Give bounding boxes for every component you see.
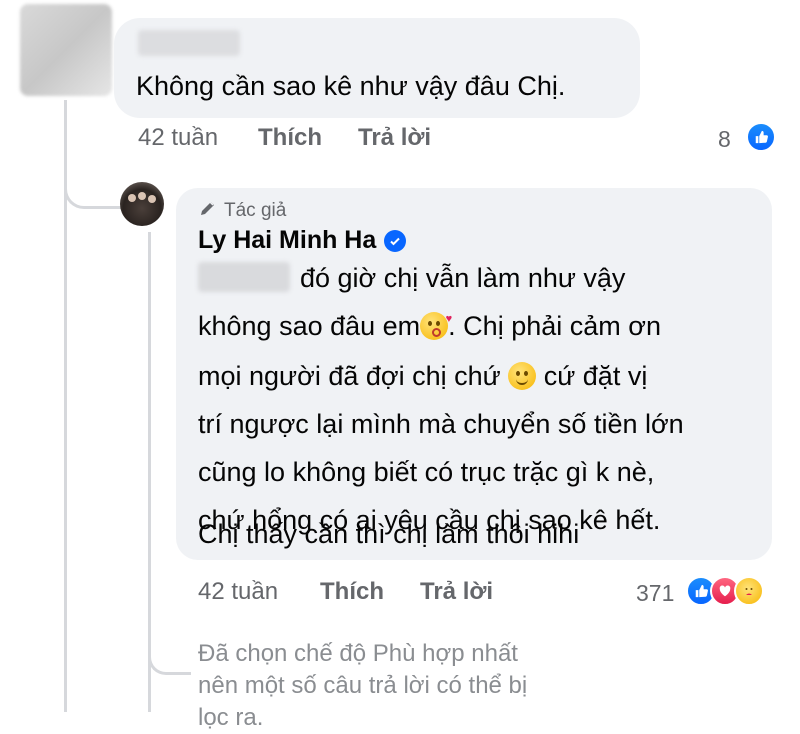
reply-line-2-text: không sao đâu em (198, 311, 421, 341)
author-name[interactable]: Ly Hai Minh Ha (198, 226, 376, 255)
reply-line-2: không sao đâu em ♥. Chị phải cảm ơn (198, 310, 661, 342)
comment-reply-button[interactable]: Trả lời (358, 124, 431, 151)
reply-line-7: Chị thấy cần thì chị làm thôi hihi (198, 519, 580, 549)
verified-badge-icon (384, 229, 407, 252)
smile-emoji-icon (508, 362, 537, 390)
reply-thread-connector (148, 620, 191, 675)
thread-connector (64, 150, 121, 209)
mention-blurred[interactable] (198, 262, 290, 292)
comment-reaction-count[interactable]: 8 (718, 126, 731, 153)
reply-line-4: trí ngược lại mình mà chuyển số tiền lớn (198, 409, 684, 439)
author-avatar[interactable] (120, 182, 164, 226)
reply-timestamp[interactable]: 42 tuần (198, 578, 278, 606)
author-badge-label: Tác giả (224, 200, 287, 221)
reply-reactions[interactable] (686, 576, 764, 606)
commenter-avatar-blurred[interactable] (20, 4, 112, 96)
commenter-name-blurred[interactable] (138, 30, 240, 56)
reply-line-2-tail: . Chị phải cảm ơn (448, 311, 661, 341)
reply-line-1: đó giờ chị vẫn làm như vậy (300, 263, 626, 293)
care-reaction-icon (734, 576, 764, 606)
comment-text: Không cần sao kê như vậy đâu Chị. (136, 71, 566, 101)
like-reaction-icon[interactable] (746, 122, 776, 152)
reply-reaction-count[interactable]: 371 (636, 580, 674, 607)
author-name-row[interactable]: Ly Hai Minh Ha (198, 226, 407, 255)
filter-note: Đã chọn chế độ Phù hợp nhất nên một số c… (198, 640, 528, 731)
pencil-icon (198, 198, 218, 224)
author-badge: Tác giả (198, 198, 286, 224)
reply-like-button[interactable]: Thích (320, 578, 384, 605)
kiss-emoji-icon: ♥ (420, 312, 452, 340)
comment-like-button[interactable]: Thích (258, 124, 322, 151)
reply-reply-button[interactable]: Trả lời (420, 578, 493, 605)
reply-line-5: cũng lo không biết có trục trặc gì k nè, (198, 457, 655, 487)
comment-timestamp[interactable]: 42 tuần (138, 124, 218, 152)
reply-line-3-tail: cứ đặt vị (543, 361, 648, 391)
reply-line-3-text: mọi người đã đợi chị chứ (198, 361, 501, 391)
reply-line-3: mọi người đã đợi chị chứ cứ đặt vị (198, 360, 647, 392)
